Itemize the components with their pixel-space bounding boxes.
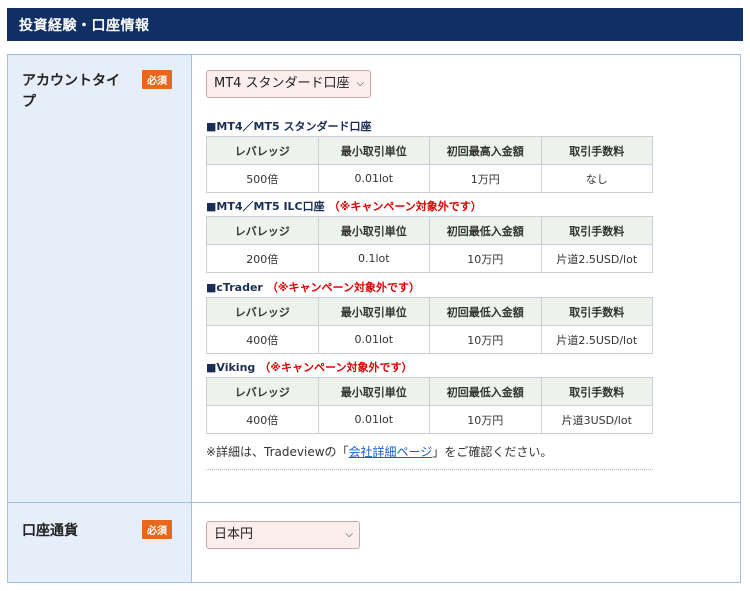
table-header: 初回最低入金額 bbox=[429, 297, 542, 326]
required-badge: 必須 bbox=[142, 70, 172, 89]
table-cell: なし bbox=[540, 164, 653, 193]
spec-table-viking: レバレッジ 最小取引単位 初回最低入金額 取引手数料 400倍 0.01lot … bbox=[206, 377, 653, 434]
detail-suffix: 」をご確認ください。 bbox=[432, 445, 553, 459]
form-table: アカウントタイプ 必須 MT4 スタンダード口座 ⌵ ■MT4／MT5 スタンダ… bbox=[7, 54, 741, 583]
table-header: レバレッジ bbox=[206, 216, 319, 245]
spec-table-ilc: レバレッジ 最小取引単位 初回最低入金額 取引手数料 200倍 0.1lot 1… bbox=[206, 216, 653, 273]
section-title: 投資経験・口座情報 bbox=[19, 18, 150, 34]
table-title-text: cTrader bbox=[216, 281, 263, 294]
table-header: 取引手数料 bbox=[540, 377, 653, 406]
spec-table-standard: レバレッジ 最小取引単位 初回最高入金額 取引手数料 500倍 0.01lot … bbox=[206, 136, 653, 193]
company-detail-link[interactable]: 会社詳細ページ bbox=[349, 445, 433, 459]
detail-prefix: ※詳細は、Tradeviewの「 bbox=[206, 445, 349, 459]
table-cell: 400倍 bbox=[206, 325, 319, 354]
table-cell: 0.1lot bbox=[317, 244, 430, 273]
table-cell: 片道2.5USD/lot bbox=[540, 244, 653, 273]
table-bullet: ■ bbox=[206, 200, 217, 213]
currency-selected-value: 日本円 bbox=[214, 527, 254, 542]
required-badge: 必須 bbox=[142, 520, 172, 539]
table-cell: 10万円 bbox=[429, 244, 542, 273]
table-header: レバレッジ bbox=[206, 297, 319, 326]
table-header: 初回最高入金額 bbox=[429, 136, 542, 165]
account-type-label: アカウントタイプ bbox=[22, 73, 120, 110]
table-header: 最小取引単位 bbox=[317, 377, 430, 406]
table-title-ilc: ■MT4／MT5 ILC口座 （※キャンペーン対象外です） bbox=[206, 198, 482, 214]
table-bullet: ■ bbox=[206, 361, 217, 374]
campaign-excluded-note: （※キャンペーン対象外です） bbox=[259, 361, 413, 374]
currency-row: 口座通貨 必須 日本円 ⌵ bbox=[8, 503, 740, 582]
account-type-row: アカウントタイプ 必須 MT4 スタンダード口座 ⌵ ■MT4／MT5 スタンダ… bbox=[8, 55, 740, 503]
section-header: 投資経験・口座情報 bbox=[7, 8, 743, 41]
currency-select[interactable]: 日本円 ⌵ bbox=[206, 521, 360, 549]
chevron-down-icon: ⌵ bbox=[345, 529, 353, 540]
table-cell: 10万円 bbox=[429, 325, 542, 354]
account-type-select[interactable]: MT4 スタンダード口座 ⌵ bbox=[206, 70, 371, 98]
table-title-text: MT4／MT5 スタンダード口座 bbox=[216, 120, 372, 133]
campaign-excluded-note: （※キャンペーン対象外です） bbox=[266, 281, 420, 294]
table-cell: 400倍 bbox=[206, 405, 319, 434]
account-type-selected-value: MT4 スタンダード口座 bbox=[214, 76, 350, 91]
table-header: 最小取引単位 bbox=[317, 216, 430, 245]
table-header: レバレッジ bbox=[206, 377, 319, 406]
currency-label: 口座通貨 bbox=[22, 523, 78, 539]
table-header: 最小取引単位 bbox=[317, 297, 430, 326]
table-cell: 1万円 bbox=[429, 164, 542, 193]
table-cell: 200倍 bbox=[206, 244, 319, 273]
table-title-ctrader: ■cTrader （※キャンペーン対象外です） bbox=[206, 279, 420, 295]
table-bullet: ■ bbox=[206, 281, 217, 294]
dotted-divider bbox=[206, 469, 653, 470]
account-type-label-cell: アカウントタイプ 必須 bbox=[8, 55, 192, 502]
chevron-down-icon: ⌵ bbox=[356, 78, 364, 89]
spec-table-ctrader: レバレッジ 最小取引単位 初回最低入金額 取引手数料 400倍 0.01lot … bbox=[206, 297, 653, 354]
table-title-text: MT4／MT5 ILC口座 bbox=[216, 200, 325, 213]
table-cell: 10万円 bbox=[429, 405, 542, 434]
detail-note: ※詳細は、Tradeviewの「会社詳細ページ」をご確認ください。 bbox=[206, 443, 552, 460]
table-header: 初回最低入金額 bbox=[429, 377, 542, 406]
table-header: 最小取引単位 bbox=[317, 136, 430, 165]
table-bullet: ■ bbox=[206, 120, 217, 133]
table-cell: 0.01lot bbox=[317, 164, 430, 193]
table-cell: 0.01lot bbox=[317, 325, 430, 354]
account-type-value-cell: MT4 スタンダード口座 ⌵ ■MT4／MT5 スタンダード口座 レバレッジ 最… bbox=[192, 55, 740, 502]
campaign-excluded-note: （※キャンペーン対象外です） bbox=[328, 200, 482, 213]
table-cell: 片道2.5USD/lot bbox=[540, 325, 653, 354]
table-header: 取引手数料 bbox=[540, 136, 653, 165]
table-header: 取引手数料 bbox=[540, 297, 653, 326]
table-cell: 500倍 bbox=[206, 164, 319, 193]
table-header: 取引手数料 bbox=[540, 216, 653, 245]
table-cell: 片道3USD/lot bbox=[540, 405, 653, 434]
table-title-text: Viking bbox=[216, 361, 256, 374]
currency-label-cell: 口座通貨 必須 bbox=[8, 503, 192, 582]
table-header: 初回最低入金額 bbox=[429, 216, 542, 245]
table-cell: 0.01lot bbox=[317, 405, 430, 434]
table-header: レバレッジ bbox=[206, 136, 319, 165]
table-title-standard: ■MT4／MT5 スタンダード口座 bbox=[206, 118, 371, 134]
table-title-viking: ■Viking （※キャンペーン対象外です） bbox=[206, 359, 412, 375]
currency-value-cell: 日本円 ⌵ bbox=[192, 503, 740, 582]
